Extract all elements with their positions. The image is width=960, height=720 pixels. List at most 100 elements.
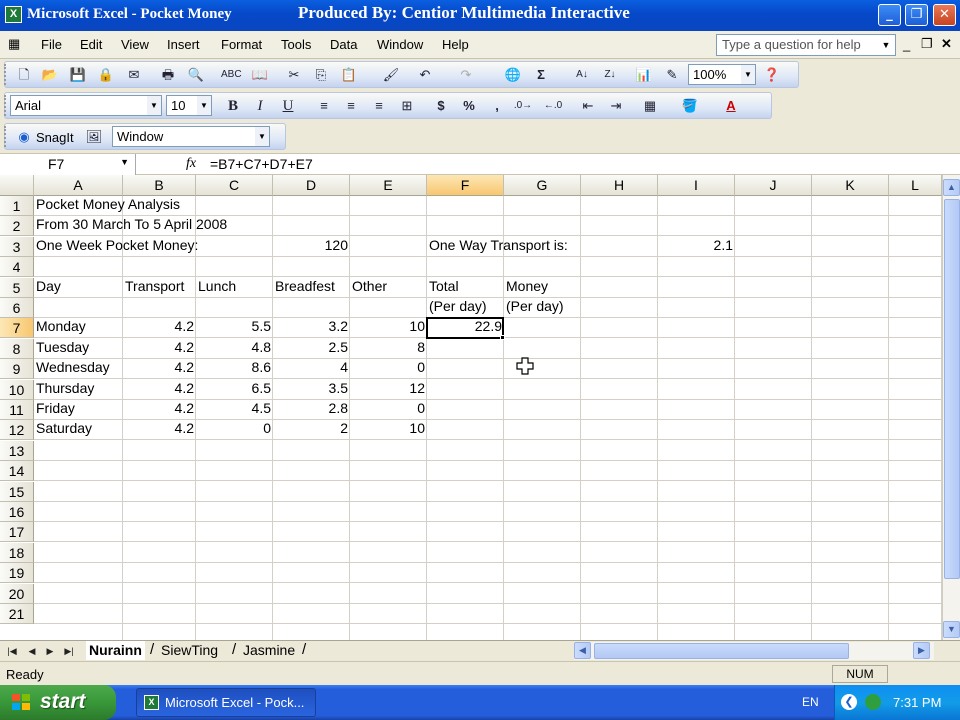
start-button[interactable]: start	[0, 685, 116, 720]
sheet-tab-nurainn[interactable]: Nurainn	[86, 641, 145, 660]
doc-restore-button[interactable]: ❐	[921, 36, 933, 52]
row-header-15[interactable]: 15	[0, 481, 34, 502]
column-header-l[interactable]: L	[889, 175, 942, 196]
excel-app-icon[interactable]: X	[5, 6, 22, 23]
align-left-icon[interactable]: ≡	[314, 96, 334, 116]
minimize-button[interactable]: _	[878, 4, 901, 26]
cell-e8[interactable]: 8	[350, 339, 427, 359]
cell-a3[interactable]: One Week Pocket Money:	[34, 237, 198, 257]
row-header-10[interactable]: 10	[0, 379, 34, 400]
cell-c8[interactable]: 4.8	[196, 339, 273, 359]
first-sheet-icon[interactable]: |◀	[4, 643, 20, 659]
row-header-8[interactable]: 8	[0, 338, 34, 359]
italic-icon[interactable]: I	[250, 96, 270, 116]
vertical-scroll-thumb[interactable]	[944, 199, 960, 579]
select-all-corner[interactable]	[0, 175, 34, 196]
cell-c10[interactable]: 6.5	[196, 380, 273, 400]
merge-center-icon[interactable]: ⊞	[397, 96, 417, 116]
align-center-icon[interactable]: ≡	[341, 96, 361, 116]
chevron-down-icon[interactable]: ▼	[741, 65, 755, 84]
zoom-combo[interactable]: 100% ▼	[688, 64, 756, 85]
permission-icon[interactable]: 🔒	[96, 65, 116, 85]
prev-sheet-icon[interactable]: ◀	[24, 643, 40, 659]
chevron-down-icon[interactable]: ▼	[255, 127, 269, 146]
cell-b7[interactable]: 4.2	[123, 318, 196, 338]
email-icon[interactable]: ✉	[124, 65, 144, 85]
sheet-tab-jasmine[interactable]: Jasmine	[240, 641, 298, 660]
next-sheet-icon[interactable]: ▶	[42, 643, 58, 659]
percent-icon[interactable]: %	[459, 96, 479, 116]
cell-b10[interactable]: 4.2	[123, 380, 196, 400]
restore-button[interactable]: ❐	[905, 4, 928, 26]
snagit-capture-icon[interactable]: ◉	[14, 127, 34, 147]
cell-a10[interactable]: Thursday	[34, 380, 123, 400]
menu-data[interactable]: Data	[330, 37, 357, 52]
cell-e12[interactable]: 10	[350, 420, 427, 440]
cell-b11[interactable]: 4.2	[123, 400, 196, 420]
document-menu-icon[interactable]: ▦	[8, 36, 20, 52]
cell-e7[interactable]: 10	[350, 318, 427, 338]
cell-c12[interactable]: 0	[196, 420, 273, 440]
cell-a9[interactable]: Wednesday	[34, 359, 123, 379]
chevron-down-icon[interactable]: ▼	[879, 36, 893, 54]
column-header-a[interactable]: A	[34, 175, 123, 196]
column-header-k[interactable]: K	[812, 175, 889, 196]
fill-color-icon[interactable]: 🪣	[680, 96, 700, 116]
menu-edit[interactable]: Edit	[80, 37, 102, 52]
borders-icon[interactable]: ▦	[640, 96, 660, 116]
row-header-2[interactable]: 2	[0, 216, 34, 237]
paste-icon[interactable]: 📋	[339, 65, 359, 85]
row-header-3[interactable]: 3	[0, 236, 34, 257]
cell-d5[interactable]: Breadfest	[273, 278, 350, 298]
increase-indent-icon[interactable]: ⇥	[606, 96, 626, 116]
cell-g6[interactable]: (Per day)	[504, 298, 581, 318]
cell-c7[interactable]: 5.5	[196, 318, 273, 338]
doc-minimize-button[interactable]: _	[903, 37, 910, 52]
research-icon[interactable]: 📖	[250, 65, 270, 85]
print-preview-icon[interactable]: 🔍	[186, 65, 206, 85]
cell-d3[interactable]: 120	[273, 237, 350, 257]
sort-descending-icon[interactable]: Z↓	[600, 65, 620, 85]
chart-wizard-icon[interactable]: 📊	[634, 65, 654, 85]
tray-network-icon[interactable]	[865, 694, 881, 710]
name-box[interactable]: F7 ▼	[0, 154, 136, 175]
vertical-scrollbar[interactable]: ▲ ▼	[942, 175, 960, 640]
formula-text[interactable]: =B7+C7+D7+E7	[210, 156, 313, 172]
font-size-combo[interactable]: 10 ▼	[166, 95, 212, 116]
cell-a7[interactable]: Monday	[34, 318, 123, 338]
cell-d12[interactable]: 2	[273, 420, 350, 440]
toolbar-grip[interactable]	[4, 95, 7, 116]
comma-style-icon[interactable]: ,	[487, 96, 507, 116]
last-sheet-icon[interactable]: ▶|	[61, 643, 77, 659]
undo-icon[interactable]: ↶	[415, 65, 435, 85]
underline-icon[interactable]: U	[278, 96, 298, 116]
row-header-9[interactable]: 9	[0, 359, 34, 380]
redo-icon[interactable]: ↷	[456, 65, 476, 85]
cell-f3[interactable]: One Way Transport is:	[427, 237, 568, 257]
format-painter-icon[interactable]: 🖌	[381, 65, 401, 85]
menu-tools[interactable]: Tools	[281, 37, 311, 52]
cell-e9[interactable]: 0	[350, 359, 427, 379]
fill-handle[interactable]	[500, 335, 505, 341]
horizontal-scrollbar[interactable]: ◀ ▶	[574, 642, 934, 660]
cell-c11[interactable]: 4.5	[196, 400, 273, 420]
cell-f6[interactable]: (Per day)	[427, 298, 504, 318]
language-indicator[interactable]: EN	[802, 695, 819, 709]
autosum-icon[interactable]: Σ	[531, 65, 551, 85]
row-header-6[interactable]: 6	[0, 298, 34, 318]
column-header-c[interactable]: C	[196, 175, 273, 196]
column-header-g[interactable]: G	[504, 175, 581, 196]
cell-b8[interactable]: 4.2	[123, 339, 196, 359]
new-document-icon[interactable]: 🗋	[14, 65, 34, 85]
spelling-icon[interactable]: ABC	[221, 65, 242, 85]
menu-help[interactable]: Help	[442, 37, 469, 52]
align-right-icon[interactable]: ≡	[369, 96, 389, 116]
column-header-h[interactable]: H	[581, 175, 658, 196]
column-header-e[interactable]: E	[350, 175, 427, 196]
font-color-icon[interactable]: A	[721, 96, 741, 116]
cell-a1[interactable]: Pocket Money Analysis	[34, 196, 180, 216]
menu-format[interactable]: Format	[221, 37, 262, 52]
row-header-11[interactable]: 11	[0, 400, 34, 420]
currency-icon[interactable]: $	[431, 96, 451, 116]
cell-b5[interactable]: Transport	[123, 278, 196, 298]
